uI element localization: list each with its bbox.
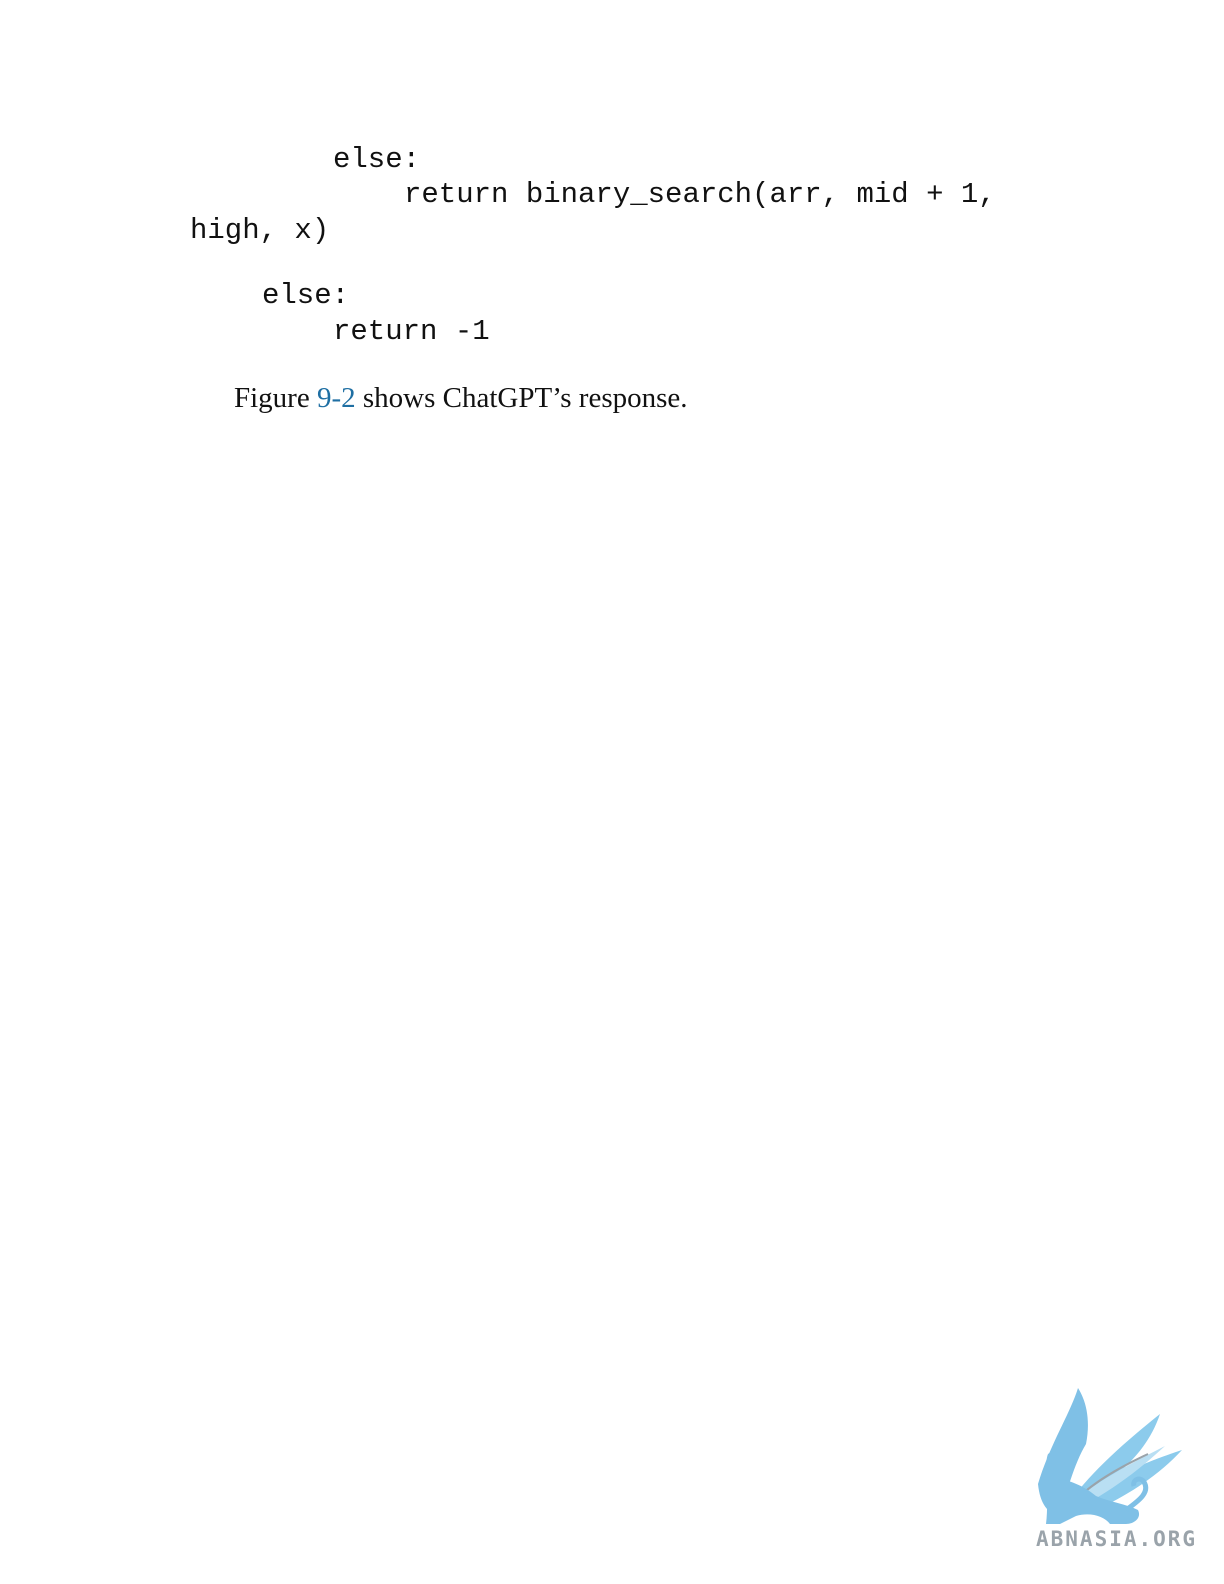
code-line-else-inner: else: bbox=[333, 143, 421, 176]
code-line-return-binary-search: return binary_search(arr, mid + 1, bbox=[404, 178, 996, 211]
code-line-else-outer: else: bbox=[262, 279, 350, 312]
paragraph-suffix: shows ChatGPT’s response. bbox=[355, 382, 688, 414]
figure-reference-link[interactable]: 9-2 bbox=[317, 382, 356, 414]
paragraph-prefix: Figure bbox=[234, 382, 317, 414]
body-paragraph: Figure 9-2 shows ChatGPT’s response. bbox=[234, 380, 688, 416]
code-line-return-minus-one: return -1 bbox=[333, 315, 490, 348]
document-page: else: return binary_search(arr, mid + 1,… bbox=[0, 0, 1224, 1584]
watermark-text: ABNASIA.ORG bbox=[1036, 1527, 1198, 1551]
code-line-continuation: high, x) bbox=[190, 214, 330, 247]
